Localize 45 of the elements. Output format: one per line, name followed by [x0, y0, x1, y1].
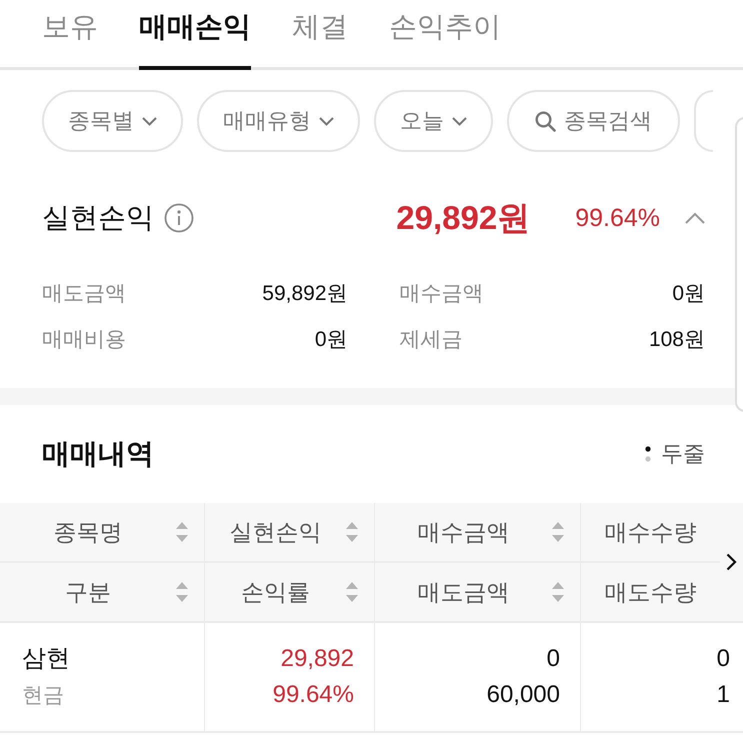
two-dot-icon [645, 446, 651, 462]
column-header[interactable]: 실현손익 [205, 503, 375, 563]
column-header[interactable]: 매도수량 [581, 563, 720, 623]
filter-dropdown[interactable]: 매매유형 [197, 90, 360, 152]
column-header[interactable]: 매수수량 [581, 503, 720, 563]
detail-label: 매수금액 [400, 281, 484, 307]
two-line-toggle[interactable]: 두줄 [645, 439, 705, 469]
chevron-up-icon[interactable] [685, 212, 705, 224]
tab[interactable]: 매매손익 [139, 0, 251, 70]
chevron-down-icon [319, 116, 334, 126]
sort-icon [552, 582, 564, 602]
detail-label: 매도금액 [42, 281, 126, 307]
detail-value: 0원 [672, 281, 705, 307]
detail-label: 매매비용 [42, 327, 126, 353]
column-header[interactable]: 매수금액 [375, 503, 581, 563]
column-header[interactable]: 구분 [0, 563, 205, 623]
detail-value: 0원 [314, 327, 348, 353]
section-title: 매매내역 [42, 437, 154, 471]
stock-name: 삼현 [22, 645, 71, 673]
chevron-down-icon [452, 116, 467, 126]
info-icon[interactable] [164, 203, 194, 233]
search-chip[interactable]: 종목검색 [507, 90, 680, 152]
detail-label: 제세금 [400, 327, 462, 353]
filter-dropdown[interactable]: 오늘 [374, 90, 493, 152]
sort-icon [176, 582, 188, 602]
search-icon [535, 110, 556, 132]
column-header[interactable]: 매도금액 [375, 563, 581, 623]
account-type: 현금 [22, 683, 65, 709]
buy-quantity-cell-text: 0 [716, 645, 730, 673]
summary-title: 실현손익 [42, 201, 154, 235]
rate-cell-text: 99.64% [272, 681, 354, 709]
profit-amount: 29,892원 [396, 198, 530, 238]
sell-quantity-cell-text: 1 [716, 681, 730, 709]
sell-amount-cell-text: 60,000 [486, 681, 560, 709]
chevron-down-icon [142, 116, 157, 126]
filter-dropdown[interactable]: 종목별 [42, 90, 183, 152]
detail-value: 108원 [648, 327, 705, 353]
profit-rate: 99.64% [575, 204, 660, 232]
column-header[interactable]: 손익률 [205, 563, 375, 623]
profit-cell-text: 29,892 [280, 645, 354, 673]
detail-value: 59,892원 [262, 281, 348, 307]
sort-icon [346, 582, 358, 602]
column-header[interactable]: 종목명 [0, 503, 205, 563]
chevron-right-icon [726, 553, 737, 571]
buy-amount-cell-text: 0 [546, 645, 560, 673]
